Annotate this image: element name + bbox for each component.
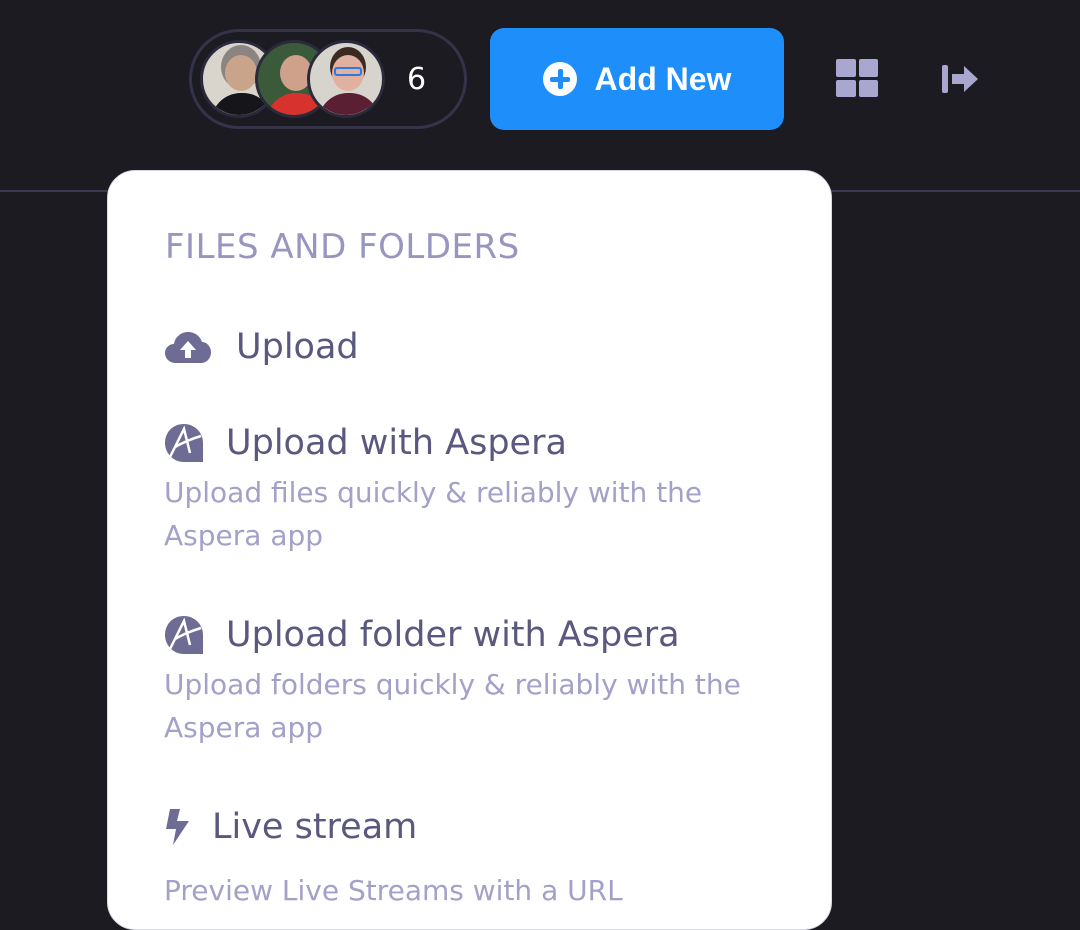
- collaborators-pill[interactable]: 6: [189, 29, 467, 129]
- menu-item-title: Upload folder with Aspera: [226, 615, 680, 655]
- aspera-icon: [165, 424, 203, 462]
- avatar[interactable]: [307, 40, 385, 118]
- menu-item-description: Preview Live Streams with a URL: [164, 874, 623, 907]
- add-new-button[interactable]: Add New: [490, 28, 784, 130]
- menu-item-title: Upload with Aspera: [226, 423, 567, 463]
- collaborator-count: 6: [407, 62, 427, 97]
- menu-item-upload-with-aspera[interactable]: Upload with Aspera Upload files quickly …: [164, 423, 744, 557]
- add-new-dropdown-menu: FILES AND FOLDERS Upload Upload with Asp…: [107, 170, 832, 930]
- aspera-icon: [165, 616, 203, 654]
- lightning-bolt-icon: [166, 809, 189, 845]
- grid-view-icon[interactable]: [836, 59, 878, 97]
- menu-item-description: Upload files quickly & reliably with the…: [164, 476, 703, 552]
- sign-out-icon[interactable]: [940, 62, 980, 96]
- add-new-label: Add New: [594, 60, 732, 97]
- menu-item-description: Upload folders quickly & reliably with t…: [164, 668, 741, 744]
- menu-item-upload-folder-with-aspera[interactable]: Upload folder with Aspera Upload folders…: [164, 615, 744, 749]
- plus-circle-icon: [542, 62, 577, 96]
- menu-item-upload[interactable]: Upload: [164, 327, 359, 367]
- menu-item-live-stream[interactable]: Live stream Preview Live Streams with a …: [164, 807, 744, 912]
- menu-item-title: Live stream: [212, 807, 418, 847]
- menu-item-title: Upload: [236, 327, 359, 367]
- cloud-upload-icon: [165, 332, 211, 363]
- top-bar: 6 Add New: [0, 0, 1080, 192]
- section-title: FILES AND FOLDERS: [165, 227, 520, 267]
